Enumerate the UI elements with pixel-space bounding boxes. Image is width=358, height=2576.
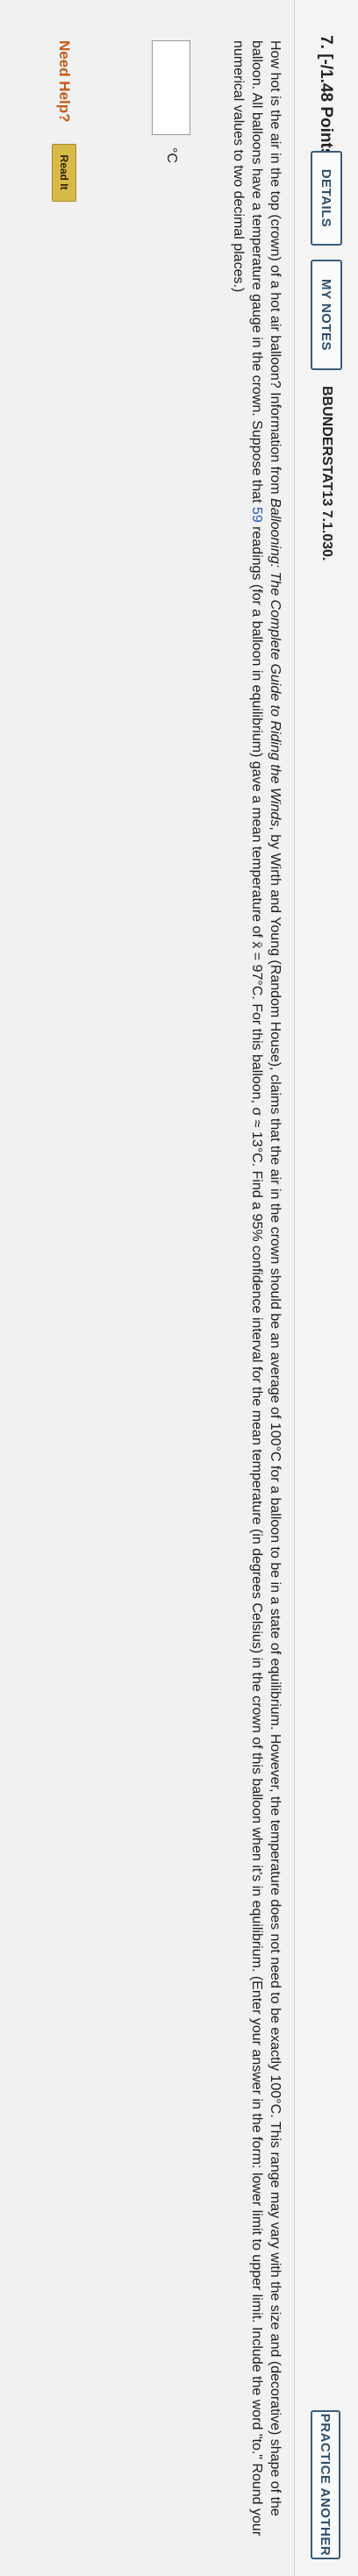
my-notes-button[interactable]: MY NOTES bbox=[311, 260, 342, 370]
question-panel: 7. [-/1.48 Points] DETAILS MY NOTES BBUN… bbox=[0, 0, 358, 2576]
answer-unit: °C bbox=[164, 147, 179, 163]
book-title: Ballooning: The Complete Guide to Riding… bbox=[268, 498, 283, 827]
practice-another-button[interactable]: PRACTICE ANOTHER bbox=[311, 2410, 340, 2559]
answer-row: °C bbox=[149, 40, 193, 163]
details-button[interactable]: DETAILS bbox=[311, 151, 342, 246]
problem-text-part-1: How hot is the air in the top (crown) of… bbox=[268, 40, 283, 499]
problem-id: BBUNDERSTAT13 7.1.030. bbox=[319, 386, 334, 561]
question-number: 7. [-/1.48 Points] bbox=[317, 35, 335, 163]
need-help-label: Need Help? bbox=[56, 40, 73, 123]
problem-text: How hot is the air in the top (crown) of… bbox=[229, 40, 284, 2549]
question-header: 7. [-/1.48 Points] DETAILS MY NOTES BBUN… bbox=[294, 0, 358, 2576]
read-it-button[interactable]: Read It bbox=[52, 143, 76, 202]
sample-size: 59 bbox=[249, 506, 264, 523]
help-row: Need Help? Read It bbox=[47, 40, 82, 202]
answer-input[interactable] bbox=[152, 40, 190, 135]
